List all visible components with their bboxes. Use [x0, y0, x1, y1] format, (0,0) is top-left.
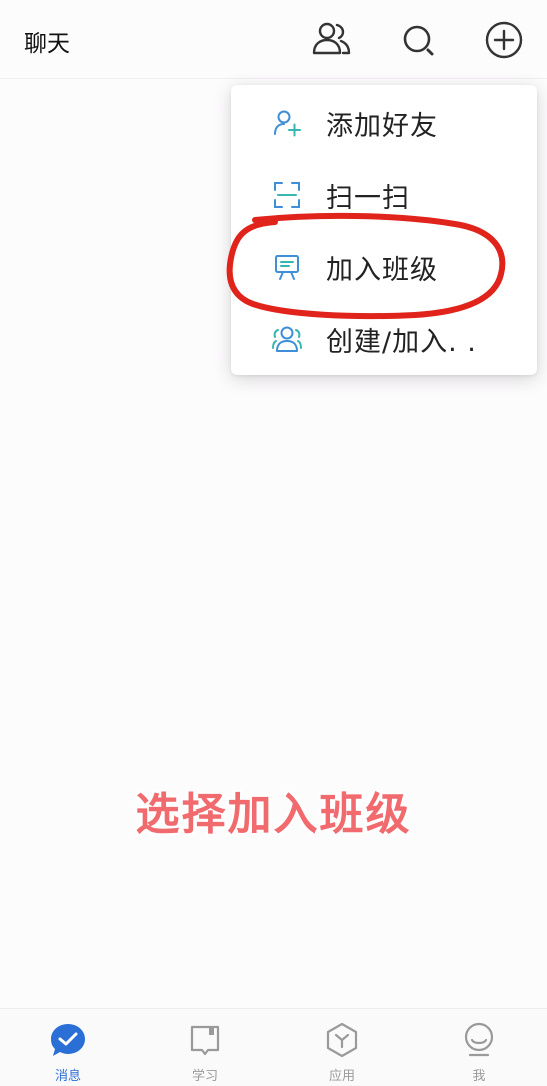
contacts-button[interactable]	[310, 18, 354, 62]
add-button[interactable]	[482, 18, 526, 62]
nav-item-apps[interactable]: 应用	[302, 1009, 382, 1086]
nav-item-messages[interactable]: 消息	[28, 1009, 108, 1086]
top-bar: 聊天	[0, 0, 547, 79]
group-icon	[271, 323, 303, 355]
add-friend-icon	[271, 107, 303, 139]
nav-label: 应用	[328, 1069, 355, 1084]
nav-item-me[interactable]: 我	[439, 1009, 519, 1086]
nav-label: 我	[472, 1069, 486, 1084]
menu-item-label: 扫一扫	[326, 182, 410, 214]
menu-item-label: 创建/加入. .	[326, 326, 477, 358]
page-title: 聊天	[24, 31, 70, 57]
instruction-caption: 选择加入班级	[135, 789, 412, 840]
menu-item-label: 添加好友	[326, 110, 438, 142]
apps-hexagon-icon	[322, 1021, 362, 1059]
scan-icon	[271, 179, 303, 211]
nav-item-study[interactable]: 学习	[165, 1009, 245, 1086]
contacts-icon	[312, 22, 351, 55]
bottom-nav: 消息 学习 应用 我	[0, 1008, 547, 1086]
message-icon	[48, 1021, 88, 1059]
nav-label: 学习	[191, 1069, 218, 1084]
profile-icon	[459, 1021, 499, 1059]
add-icon	[485, 21, 523, 59]
search-button[interactable]	[396, 18, 440, 62]
nav-label: 消息	[54, 1069, 81, 1084]
highlight-circle-annotation	[226, 212, 506, 320]
menu-item-add-friend[interactable]: 添加好友	[231, 87, 537, 159]
search-icon	[403, 25, 434, 56]
study-book-icon	[185, 1021, 225, 1059]
